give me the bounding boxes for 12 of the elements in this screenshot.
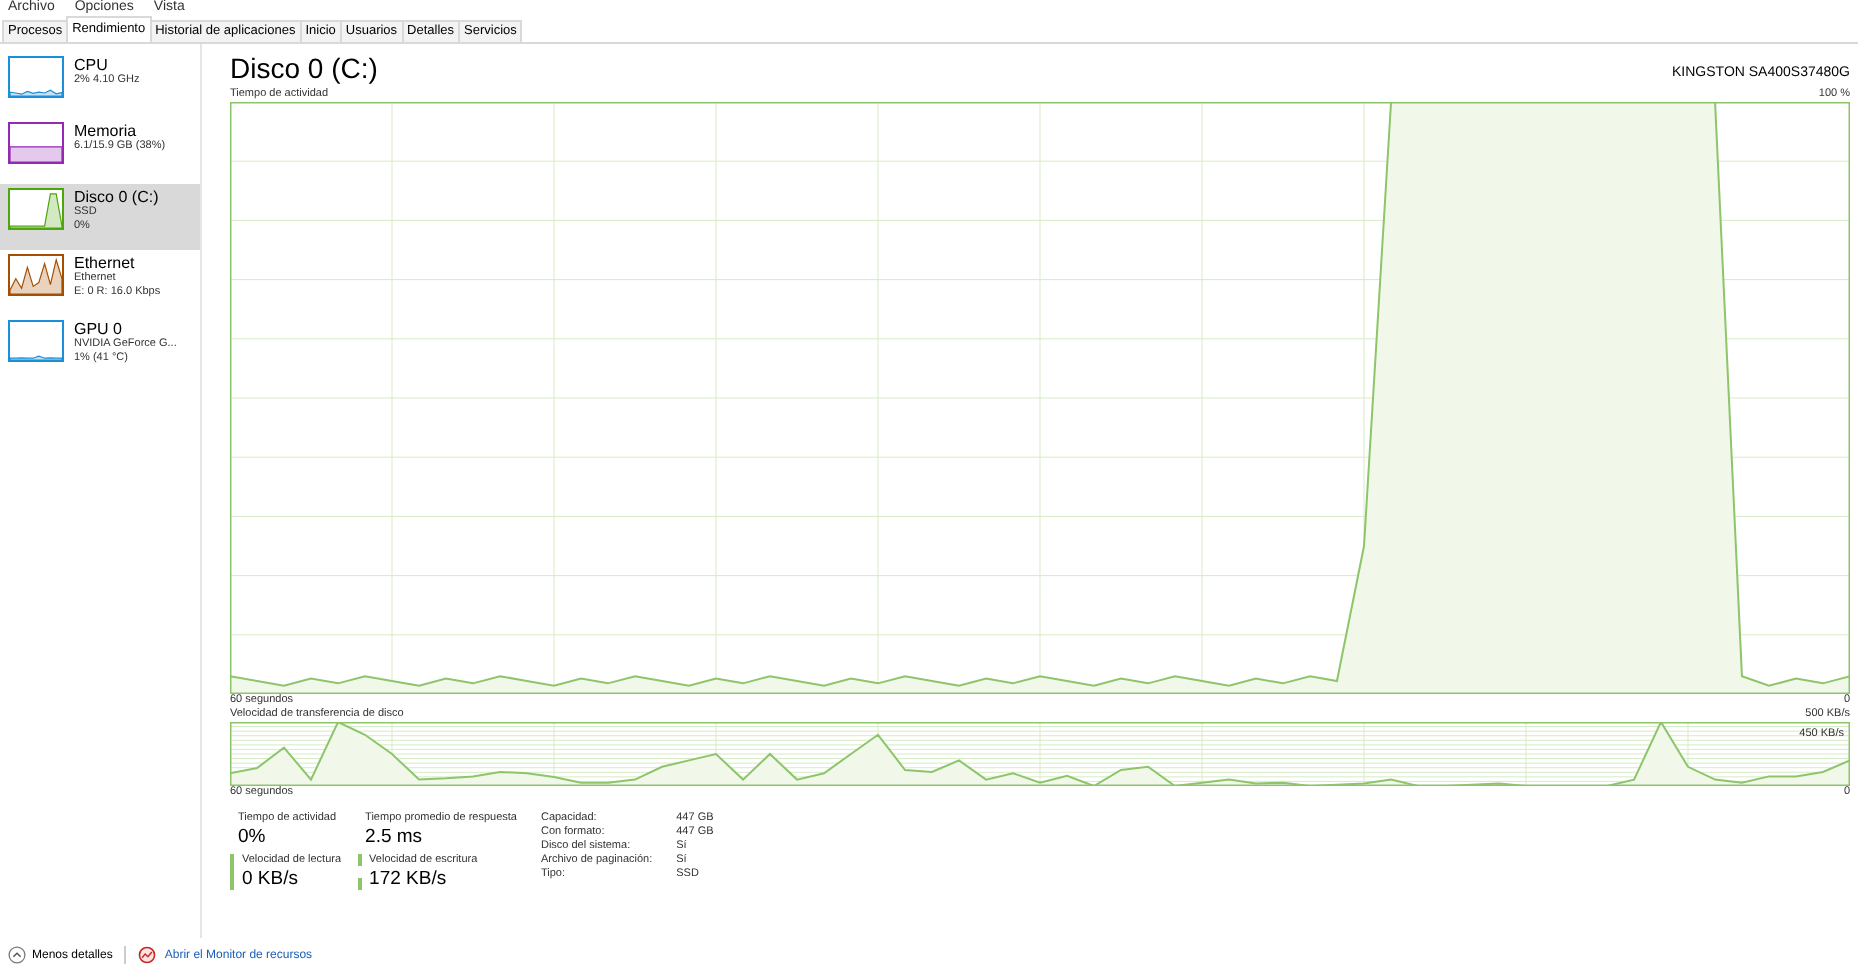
device-name: Ethernet	[74, 254, 137, 272]
resource-monitor-icon	[138, 946, 157, 964]
stat-value: 172 KB/s	[369, 868, 449, 890]
stat-value: 2.5 ms	[365, 826, 425, 848]
device-name: Disco 0 (C:)	[74, 188, 159, 206]
device-name: CPU	[74, 56, 110, 74]
stat-value: 0%	[238, 826, 268, 848]
device-name: Memoria	[74, 122, 139, 140]
chevron-up-icon	[8, 946, 26, 964]
disk-title: Disco 0 (C:)	[230, 52, 378, 84]
device-name: GPU 0	[74, 320, 125, 338]
stat-value: 0 KB/s	[242, 868, 300, 890]
